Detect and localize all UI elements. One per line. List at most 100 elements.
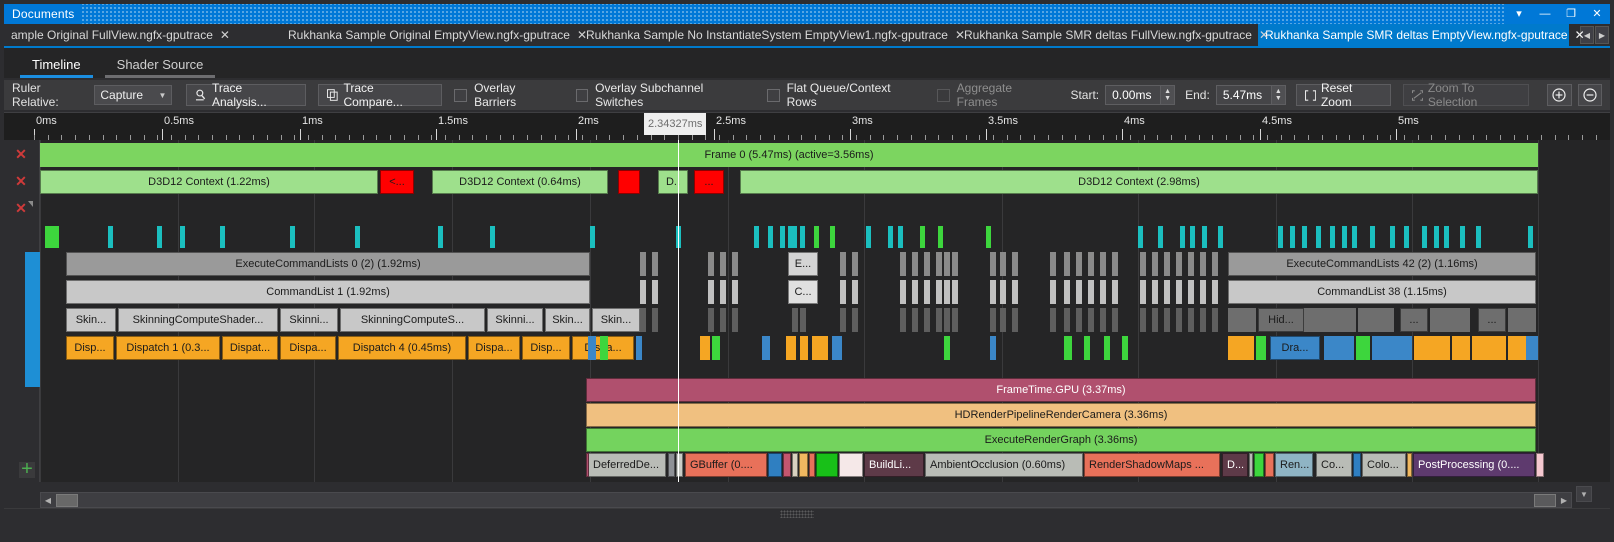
timeline-block[interactable] [668, 453, 675, 477]
timeline-block[interactable]: D... [1222, 453, 1248, 477]
timeline-block[interactable]: C... [788, 280, 818, 304]
subchannel-tick[interactable] [1290, 226, 1295, 248]
timeline-block[interactable] [1012, 308, 1018, 332]
timeline-block[interactable]: Skinni... [280, 308, 338, 332]
timeline-block[interactable]: SkinningComputeShader... [118, 308, 278, 332]
timeline-block[interactable] [708, 280, 714, 304]
subchannel-tick[interactable] [1422, 226, 1427, 248]
timeline-block[interactable] [586, 453, 589, 477]
timeline-block[interactable]: PostProcessing (0.... [1413, 453, 1535, 477]
timeline-block[interactable] [783, 453, 791, 477]
subchannel-tick[interactable] [888, 226, 893, 248]
timeline-block[interactable] [1353, 453, 1361, 477]
subchannel-tick[interactable] [792, 226, 797, 248]
subchannel-tick[interactable] [1180, 226, 1185, 248]
start-spinner[interactable]: 0.00ms ▲ ▼ [1105, 85, 1176, 105]
timeline-block[interactable] [1430, 308, 1470, 332]
zoom-in-button[interactable] [1547, 84, 1572, 106]
subchannel-tick[interactable] [830, 226, 835, 248]
subchannel-tick[interactable] [590, 226, 595, 248]
timeline-block[interactable] [1407, 453, 1412, 477]
row-close-frame[interactable]: ✕ [14, 147, 28, 162]
timeline-block[interactable]: ... [1400, 308, 1428, 332]
timeline-block[interactable]: Co... [1316, 453, 1352, 477]
timeline-block[interactable] [1112, 252, 1118, 276]
subchannel-tick[interactable] [1476, 226, 1481, 248]
timeline-block[interactable] [1084, 336, 1090, 360]
timeline-block[interactable] [792, 453, 798, 477]
horizontal-scrollbar[interactable]: ◀ ▶ [40, 492, 1572, 508]
timeline-block[interactable] [800, 336, 808, 360]
timeline-block[interactable] [1064, 308, 1070, 332]
timeline-block[interactable]: FrameTime.GPU (3.37ms) [586, 378, 1536, 402]
timeline-block[interactable] [712, 336, 720, 360]
timeline-block[interactable] [799, 453, 808, 477]
document-tab-3[interactable]: Rukhanka Sample SMR deltas FullView.ngfx… [957, 24, 1269, 46]
subchannel-tick[interactable] [866, 226, 871, 248]
timeline-block[interactable] [600, 336, 608, 360]
end-spinner[interactable]: 5.47ms ▲ ▼ [1215, 85, 1286, 105]
timeline-block[interactable] [990, 308, 996, 332]
timeline-block[interactable] [936, 280, 942, 304]
timeline-block[interactable] [1356, 336, 1370, 360]
subchannel-tick[interactable] [920, 226, 925, 248]
timeline-block[interactable]: ExecuteCommandLists 42 (2) (1.16ms) [1228, 252, 1536, 276]
timeline-block[interactable] [1536, 453, 1544, 477]
timeline-block[interactable] [852, 252, 858, 276]
timeline-block[interactable] [786, 336, 796, 360]
timeline-block[interactable]: Dispatch 1 (0.3... [116, 336, 220, 360]
timeline-block[interactable] [990, 280, 996, 304]
subchannel-tick[interactable] [1352, 226, 1357, 248]
timeline-block[interactable] [1140, 308, 1146, 332]
timeline-block[interactable] [912, 280, 918, 304]
timeline-block[interactable]: Dispa... [468, 336, 520, 360]
timeline-block[interactable] [816, 453, 838, 477]
resize-grip[interactable] [780, 510, 814, 518]
subchannel-tick[interactable] [1278, 226, 1283, 248]
tab-shader-source[interactable]: Shader Source [104, 55, 216, 78]
tabstrip-next-icon[interactable]: ▶ [1595, 26, 1609, 44]
ruler-relative-select[interactable]: Capture ▼ [94, 85, 173, 105]
timeline-block[interactable] [1212, 308, 1218, 332]
subchannel-tick[interactable] [180, 226, 185, 248]
timeline-block[interactable] [1358, 308, 1394, 332]
scroll-down-button[interactable]: ▼ [1576, 486, 1592, 502]
timeline-block[interactable] [852, 308, 858, 332]
timeline-block[interactable] [652, 252, 658, 276]
subchannel-tick[interactable] [1316, 226, 1321, 248]
checkbox-box[interactable] [766, 88, 780, 102]
timeline-block[interactable] [1100, 252, 1106, 276]
timeline-block[interactable] [1176, 280, 1182, 304]
timeline-block[interactable] [952, 280, 958, 304]
timeline-block[interactable] [636, 336, 642, 360]
timeline-block[interactable] [1112, 280, 1118, 304]
timeline-block[interactable] [768, 453, 782, 477]
subchannel-tick[interactable] [220, 226, 225, 248]
reset-zoom-button[interactable]: Reset Zoom [1295, 81, 1391, 109]
timeline-block[interactable] [1200, 308, 1206, 332]
hscroll-thumb-right[interactable] [1534, 493, 1556, 507]
timeline-block[interactable] [936, 308, 942, 332]
subchannel-tick[interactable] [1302, 226, 1307, 248]
timeline-block[interactable] [1254, 453, 1264, 477]
timeline-block[interactable] [708, 252, 714, 276]
checkbox-box[interactable] [575, 88, 589, 102]
timeline-block[interactable] [1508, 308, 1536, 332]
timeline-block[interactable] [1076, 280, 1082, 304]
timeline-block[interactable] [652, 308, 658, 332]
timeline-block[interactable] [1076, 308, 1082, 332]
timeline-block[interactable]: Dispat... [222, 336, 278, 360]
timeline-block[interactable] [1104, 336, 1110, 360]
subchannel-tick[interactable] [814, 226, 819, 248]
timeline-block[interactable] [1414, 336, 1450, 360]
timeline-block[interactable] [792, 308, 798, 332]
document-tab-2[interactable]: Rukhanka Sample No InstantiateSystem Emp… [579, 24, 965, 46]
timeline-block[interactable] [1212, 280, 1218, 304]
timeline-block[interactable] [762, 336, 770, 360]
timeline-block[interactable] [1188, 308, 1194, 332]
timeline-block[interactable] [1164, 252, 1170, 276]
timeline-block[interactable]: Skin... [592, 308, 640, 332]
timeline-block[interactable] [1176, 252, 1182, 276]
subchannel-tick[interactable] [1158, 226, 1163, 248]
timeline-block[interactable] [1112, 308, 1118, 332]
